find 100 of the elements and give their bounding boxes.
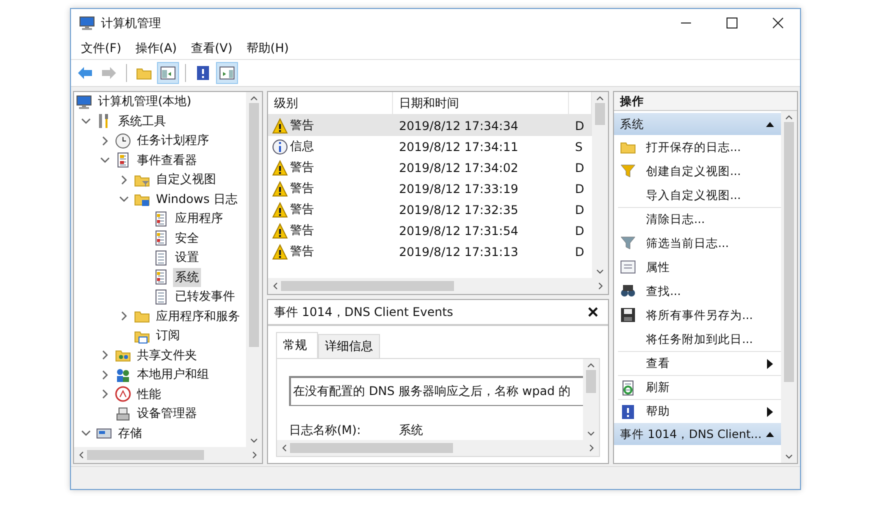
table-cell-text: D bbox=[574, 224, 586, 238]
tree-item[interactable]: 应用程序 bbox=[173, 209, 225, 228]
scrollbar-thumb[interactable] bbox=[281, 281, 454, 291]
table-cell: 信息 bbox=[290, 138, 314, 155]
event-row[interactable]: 警告 2019/8/12 17:32:35 D bbox=[268, 199, 592, 220]
binoculars-icon bbox=[620, 283, 636, 299]
scroll-right-icon[interactable] bbox=[598, 282, 604, 290]
info-icon bbox=[272, 138, 288, 154]
tree-item[interactable]: 共享文件夹 bbox=[135, 346, 199, 365]
gauge-icon bbox=[115, 386, 131, 402]
horizontal-scrollbar[interactable] bbox=[268, 278, 608, 294]
event-row[interactable]: 警告 2019/8/12 17:33:19 D bbox=[268, 178, 592, 199]
scrollbar-thumb[interactable] bbox=[87, 450, 204, 460]
column-header[interactable]: 日期和时间 bbox=[393, 92, 569, 114]
menu-item[interactable]: 操作(A) bbox=[135, 40, 177, 56]
scroll-up-icon[interactable] bbox=[587, 362, 595, 368]
action-item[interactable]: 打开保存的日志... bbox=[646, 140, 773, 154]
scroll-down-icon[interactable] bbox=[250, 438, 258, 444]
scroll-down-icon[interactable] bbox=[587, 431, 595, 437]
tree-item[interactable]: 订阅 bbox=[154, 326, 182, 346]
event-row[interactable]: 警告 2019/8/12 17:31:54 D bbox=[268, 220, 592, 241]
action-item[interactable]: 查找... bbox=[646, 284, 773, 298]
action-item[interactable]: 刷新 bbox=[646, 380, 773, 395]
table-cell-text: 2019/8/12 17:32:35 bbox=[398, 202, 520, 216]
tree-button[interactable] bbox=[157, 62, 179, 84]
tree-item[interactable]: 自定义视图 bbox=[154, 170, 218, 190]
log-icon bbox=[153, 210, 169, 227]
tree-item[interactable]: 计算机管理(本地) bbox=[96, 92, 194, 112]
event-row[interactable]: 警告 2019/8/12 17:34:34 D bbox=[268, 115, 592, 136]
forward-arrow-icon bbox=[101, 65, 117, 81]
menu-item[interactable]: 文件(F) bbox=[81, 40, 122, 56]
scrollbar-thumb[interactable] bbox=[784, 122, 794, 382]
tree-item[interactable]: 任务计划程序 bbox=[135, 131, 211, 150]
tree-item[interactable]: 安全 bbox=[173, 228, 201, 248]
properties-icon bbox=[620, 259, 636, 275]
vertical-scrollbar[interactable] bbox=[583, 359, 599, 440]
tree-item[interactable]: 设置 bbox=[173, 248, 201, 268]
tab[interactable]: 详细信息 bbox=[318, 334, 380, 358]
scroll-down-icon[interactable] bbox=[596, 269, 604, 275]
scroll-left-icon[interactable] bbox=[78, 451, 84, 459]
horizontal-scrollbar[interactable] bbox=[74, 447, 262, 463]
tree-item[interactable]: 设备管理器 bbox=[135, 404, 199, 424]
description-field[interactable]: 在没有配置的 DNS 服务器响应之后，名称 wpad 的 bbox=[289, 376, 583, 406]
scroll-left-icon[interactable] bbox=[281, 444, 287, 452]
section-header[interactable]: 系统 bbox=[614, 113, 781, 135]
log-icon bbox=[153, 288, 169, 305]
scroll-up-icon[interactable] bbox=[596, 95, 604, 101]
scroll-left-icon[interactable] bbox=[272, 282, 278, 290]
vertical-scrollbar[interactable] bbox=[781, 111, 797, 463]
actions-button[interactable] bbox=[216, 62, 238, 84]
table-cell-text: D bbox=[574, 244, 586, 258]
action-item[interactable]: 查看 bbox=[646, 356, 757, 371]
scroll-right-icon[interactable] bbox=[589, 444, 595, 452]
filter-icon bbox=[620, 163, 636, 179]
column-header[interactable]: 级别 bbox=[268, 92, 393, 114]
tree-item[interactable]: 系统 bbox=[173, 268, 201, 287]
action-item[interactable]: 将所有事件另存为... bbox=[646, 308, 773, 322]
collapse-icon[interactable] bbox=[765, 120, 775, 128]
scrollbar-thumb[interactable] bbox=[290, 443, 454, 453]
maximize-icon[interactable] bbox=[726, 17, 738, 29]
action-item[interactable]: 创建自定义视图... bbox=[646, 164, 773, 178]
menu-item[interactable]: 查看(V) bbox=[190, 40, 232, 56]
tree-item[interactable]: 事件查看器 bbox=[135, 150, 199, 170]
tree-item[interactable]: 存储 bbox=[116, 424, 144, 443]
close-icon[interactable] bbox=[772, 17, 784, 29]
scrollbar-thumb[interactable] bbox=[586, 370, 596, 392]
tree-item[interactable]: 应用程序和服务 bbox=[154, 306, 242, 326]
collapse-icon[interactable] bbox=[765, 430, 775, 438]
table-cell: 警告 bbox=[290, 201, 314, 218]
tab[interactable]: 常规 bbox=[276, 332, 318, 358]
event-row[interactable]: 警告 2019/8/12 17:34:02 D bbox=[268, 157, 592, 178]
scroll-right-icon[interactable] bbox=[252, 451, 258, 459]
section-header[interactable]: 事件 1014，DNS Client... bbox=[614, 423, 781, 445]
tree-item[interactable]: 已转发事件 bbox=[173, 287, 237, 306]
scroll-up-icon[interactable] bbox=[785, 114, 793, 120]
tree-item[interactable]: 系统工具 bbox=[116, 112, 168, 131]
scroll-up-icon[interactable] bbox=[250, 95, 258, 101]
scroll-down-icon[interactable] bbox=[785, 454, 793, 460]
save-icon bbox=[620, 307, 636, 323]
event-log-icon bbox=[115, 152, 131, 168]
event-row[interactable]: 警告 2019/8/12 17:31:13 D bbox=[268, 241, 592, 262]
warning-icon bbox=[272, 118, 288, 134]
tree-item[interactable]: Windows 日志 bbox=[154, 190, 240, 209]
table-cell-text: S bbox=[574, 140, 584, 154]
close-icon[interactable] bbox=[588, 307, 598, 317]
vertical-scrollbar[interactable] bbox=[592, 92, 608, 278]
action-item[interactable]: 导入自定义视图... bbox=[646, 188, 773, 202]
action-item[interactable]: 清除日志... bbox=[646, 212, 773, 227]
action-item[interactable]: 将任务附加到此日... bbox=[646, 332, 773, 346]
tree-item[interactable]: 本地用户和组 bbox=[135, 365, 211, 384]
scrollbar-thumb[interactable] bbox=[595, 103, 605, 125]
action-item[interactable]: 帮助 bbox=[646, 404, 757, 419]
tree-item[interactable]: 性能 bbox=[135, 384, 163, 404]
action-item[interactable]: 筛选当前日志... bbox=[646, 236, 773, 250]
event-row[interactable]: 信息 2019/8/12 17:34:11 S bbox=[268, 136, 592, 157]
action-item[interactable]: 属性 bbox=[646, 260, 773, 274]
menu-item[interactable]: 帮助(H) bbox=[246, 40, 289, 56]
scrollbar-thumb[interactable] bbox=[249, 103, 259, 348]
vertical-scrollbar[interactable] bbox=[246, 92, 262, 447]
horizontal-scrollbar[interactable] bbox=[277, 440, 599, 456]
